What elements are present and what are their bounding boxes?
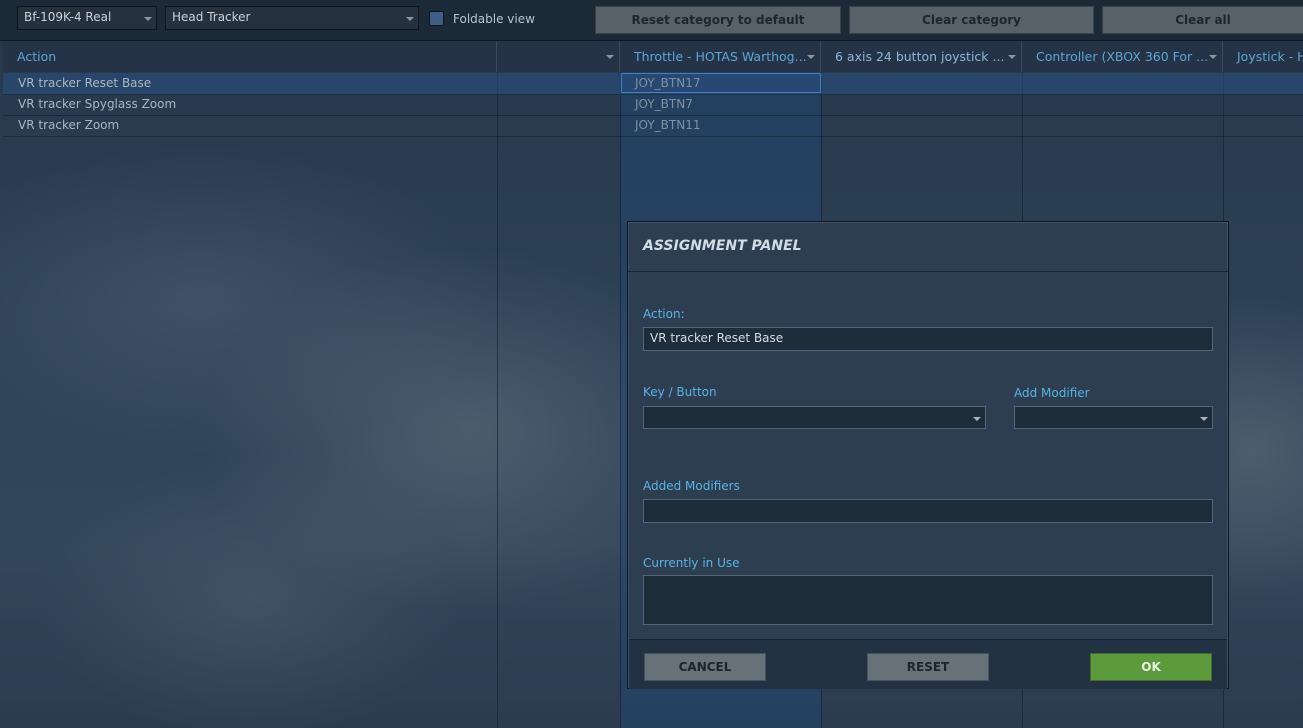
- row-action: VR tracker Reset Base: [18, 76, 152, 90]
- column-header-action[interactable]: Action: [3, 41, 497, 72]
- foldable-view-checkbox[interactable]: [429, 11, 444, 26]
- key-button-select[interactable]: [643, 406, 986, 429]
- added-modifiers-label: Added Modifiers: [643, 479, 740, 493]
- category-select[interactable]: Head Tracker: [165, 6, 419, 30]
- column-header-label: Joystick - H: [1237, 49, 1303, 64]
- chevron-down-icon: [1209, 55, 1217, 59]
- chevron-down-icon: [606, 55, 614, 59]
- selected-cell-outline: [621, 73, 821, 93]
- chevron-down-icon: [406, 17, 414, 21]
- row-action: VR tracker Spyglass Zoom: [18, 97, 177, 111]
- category-select-value: Head Tracker: [172, 10, 251, 24]
- column-header-label: Throttle - HOTAS Warthog...: [634, 49, 807, 64]
- table-row[interactable]: VR tracker Zoom JOY_BTN11: [3, 115, 1303, 137]
- foldable-view-label: Foldable view: [453, 12, 535, 26]
- reset-button[interactable]: RESET: [867, 653, 989, 681]
- chevron-down-icon: [973, 417, 981, 421]
- reset-category-button[interactable]: Reset category to default: [595, 6, 841, 34]
- column-divider: [497, 72, 498, 728]
- action-label: Action:: [643, 307, 685, 321]
- column-header-label: Controller (XBOX 360 For ...: [1036, 49, 1209, 64]
- column-header-label: Action: [17, 49, 57, 64]
- row-binding[interactable]: JOY_BTN7: [635, 94, 693, 115]
- column-divider: [620, 72, 621, 728]
- column-header-label: 6 axis 24 button joystick ...: [835, 49, 1005, 64]
- row-binding[interactable]: JOY_BTN11: [635, 115, 700, 136]
- key-button-label: Key / Button: [643, 385, 717, 399]
- panel-title: ASSIGNMENT PANEL: [643, 238, 802, 254]
- ok-button[interactable]: OK: [1090, 653, 1212, 681]
- column-header-joystick[interactable]: 6 axis 24 button joystick ...: [821, 41, 1022, 72]
- chevron-down-icon: [144, 17, 152, 21]
- panel-footer: CANCEL RESET OK: [629, 639, 1227, 689]
- action-field-value: VR tracker Reset Base: [650, 331, 784, 345]
- clear-all-button[interactable]: Clear all: [1102, 6, 1303, 34]
- column-header-throttle[interactable]: Throttle - HOTAS Warthog...: [620, 41, 821, 72]
- currently-in-use-label: Currently in Use: [643, 556, 740, 570]
- aircraft-select-value: Bf-109K-4 Real: [24, 10, 112, 24]
- top-toolbar: Bf-109K-4 Real Head Tracker Foldable vie…: [0, 0, 1303, 41]
- title-divider: [628, 271, 1228, 272]
- add-modifier-select[interactable]: [1014, 406, 1213, 429]
- cancel-button[interactable]: CANCEL: [644, 653, 766, 681]
- currently-in-use-field: [643, 575, 1213, 625]
- assignment-panel: ASSIGNMENT PANEL Action: VR tracker Rese…: [627, 221, 1229, 689]
- row-action: VR tracker Zoom: [18, 118, 120, 132]
- column-header-joystick-h[interactable]: Joystick - H: [1223, 41, 1303, 72]
- aircraft-select[interactable]: Bf-109K-4 Real: [17, 6, 157, 30]
- chevron-down-icon: [1008, 55, 1016, 59]
- added-modifiers-field: [643, 499, 1213, 523]
- table-row[interactable]: VR tracker Spyglass Zoom JOY_BTN7: [3, 94, 1303, 116]
- column-header-blank[interactable]: [497, 41, 620, 72]
- clear-category-button[interactable]: Clear category: [849, 6, 1094, 34]
- chevron-down-icon: [1200, 417, 1208, 421]
- chevron-down-icon: [807, 55, 815, 59]
- table-header: Action Throttle - HOTAS Warthog... 6 axi…: [3, 41, 1303, 72]
- add-modifier-label: Add Modifier: [1014, 386, 1090, 400]
- column-header-xbox-controller[interactable]: Controller (XBOX 360 For ...: [1022, 41, 1223, 72]
- action-field: VR tracker Reset Base: [643, 327, 1213, 351]
